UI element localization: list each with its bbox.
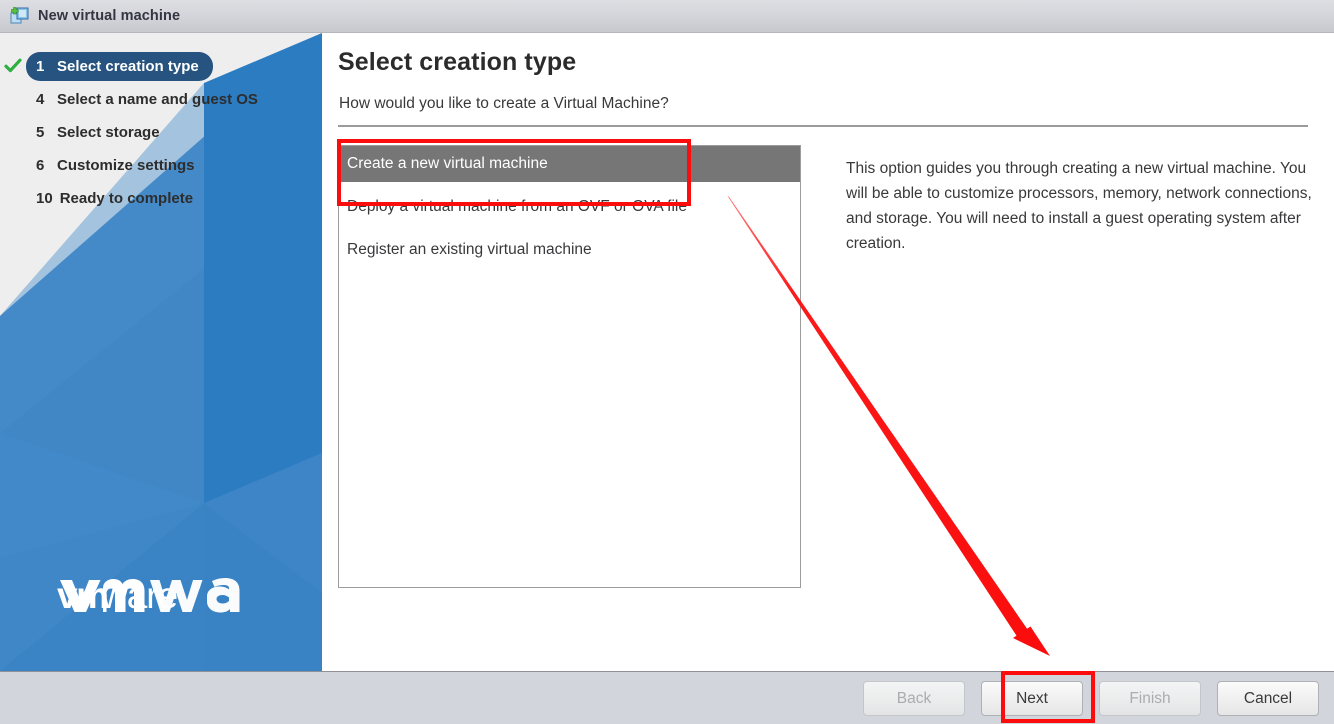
list-item-label: Create a new virtual machine — [347, 155, 548, 172]
finish-button-label: Finish — [1129, 689, 1171, 707]
svg-text:vm: vm — [57, 575, 107, 616]
back-button-label: Back — [896, 689, 932, 707]
step-pill: 1 Select creation type — [26, 52, 213, 81]
wizard-step-list: 1 Select creation type 4 Select a name a… — [0, 33, 322, 216]
option-description: This option guides you through creating … — [846, 160, 1312, 252]
step-number: 5 — [36, 124, 45, 141]
window-title: New virtual machine — [38, 8, 181, 24]
list-item-deploy-from-ovf-ova[interactable]: Deploy a virtual machine from an OVF or … — [339, 189, 800, 225]
step-pill: 10 Ready to complete — [26, 184, 207, 213]
cancel-button[interactable]: Cancel — [1217, 681, 1319, 716]
sidebar-step-select-creation-type[interactable]: 1 Select creation type — [0, 51, 322, 82]
page-title: Select creation type — [338, 48, 577, 76]
sidebar-step-select-storage[interactable]: 5 Select storage — [0, 117, 322, 148]
step-label: Customize settings — [57, 157, 195, 174]
step-number: 6 — [36, 157, 45, 174]
window-titlebar: New virtual machine — [0, 0, 1334, 33]
svg-text:®: ® — [193, 582, 201, 593]
step-label: Select storage — [57, 124, 160, 141]
next-button[interactable]: Next — [981, 681, 1083, 716]
list-item-register-existing-vm[interactable]: Register an existing virtual machine — [339, 232, 800, 268]
sidebar-step-select-name-and-guest-os[interactable]: 4 Select a name and guest OS — [0, 84, 322, 115]
footer-button-group: Back Next Finish Cancel — [863, 681, 1319, 716]
page-subtitle: How would you like to create a Virtual M… — [339, 95, 669, 112]
step-pill: 4 Select a name and guest OS — [26, 85, 272, 114]
creation-type-listbox[interactable]: Create a new virtual machine Deploy a vi… — [338, 145, 801, 588]
list-item-label: Register an existing virtual machine — [347, 241, 592, 258]
back-button[interactable]: Back — [863, 681, 965, 716]
step-label: Ready to complete — [59, 190, 194, 207]
sidebar-step-customize-settings[interactable]: 6 Customize settings — [0, 150, 322, 181]
step-number: 10 — [36, 190, 53, 207]
checkmark-icon — [4, 57, 22, 75]
list-item-create-new-vm[interactable]: Create a new virtual machine — [339, 146, 800, 182]
next-button-label: Next — [1016, 689, 1048, 707]
step-number: 4 — [36, 91, 45, 108]
cancel-button-label: Cancel — [1243, 689, 1293, 707]
wizard-content: Select creation type How would you like … — [322, 33, 1334, 671]
new-virtual-machine-wizard: New virtual machine 1 Select creation ty… — [0, 0, 1334, 724]
wizard-footer: Back Next Finish Cancel — [0, 671, 1334, 724]
svg-text:ware: ware — [100, 575, 177, 616]
sidebar-step-ready-to-complete[interactable]: 10 Ready to complete — [0, 183, 322, 214]
step-number: 1 — [36, 58, 45, 75]
new-vm-icon — [9, 5, 31, 27]
step-label: Select creation type — [57, 58, 199, 75]
list-item-label: Deploy a virtual machine from an OVF or … — [347, 198, 687, 215]
finish-button[interactable]: Finish — [1099, 681, 1201, 716]
step-pill: 6 Customize settings — [26, 151, 209, 180]
step-pill: 5 Select storage — [26, 118, 174, 147]
header-divider — [338, 125, 1308, 127]
vmware-logo: vm ware ® — [57, 569, 267, 617]
wizard-sidebar: 1 Select creation type 4 Select a name a… — [0, 33, 322, 671]
step-label: Select a name and guest OS — [57, 91, 258, 108]
